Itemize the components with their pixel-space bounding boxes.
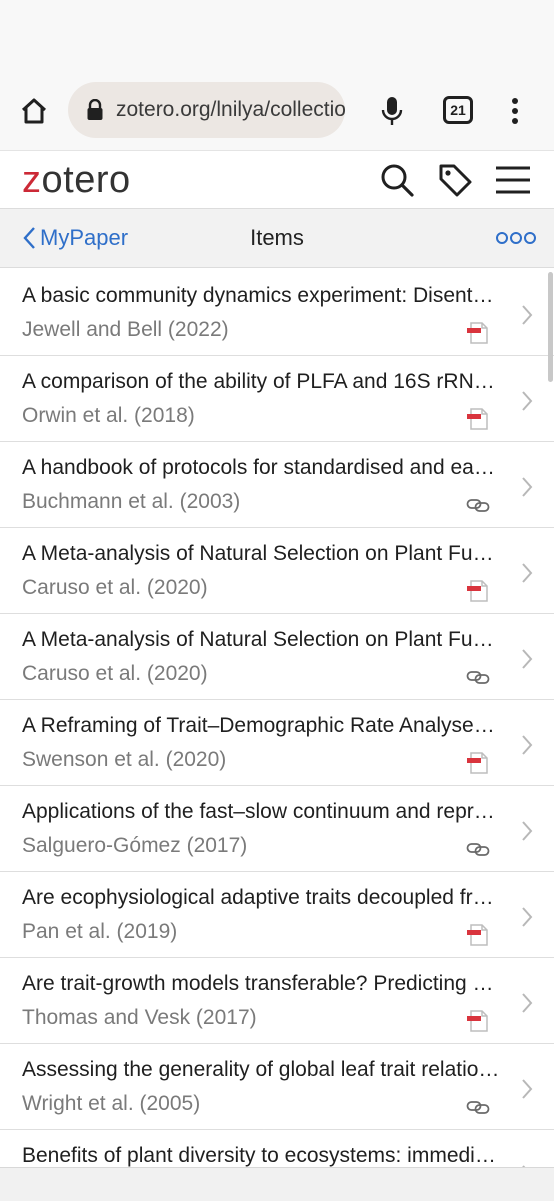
item-row[interactable]: Applications of the fast–slow continuum … bbox=[0, 786, 554, 872]
pdf-icon[interactable] bbox=[466, 1010, 490, 1032]
chevron-right-icon bbox=[522, 821, 533, 841]
chevron-right-icon bbox=[522, 1079, 533, 1099]
item-row[interactable]: A Reframing of Trait–Demographic Rate An… bbox=[0, 700, 554, 786]
home-button[interactable] bbox=[14, 91, 54, 131]
link-icon[interactable] bbox=[466, 666, 490, 688]
tag-icon[interactable] bbox=[436, 161, 474, 199]
item-row[interactable]: A handbook of protocols for standardised… bbox=[0, 442, 554, 528]
item-row[interactable]: Are ecophysiological adaptive traits dec… bbox=[0, 872, 554, 958]
microphone-button[interactable] bbox=[372, 91, 412, 131]
more-vert-icon bbox=[512, 98, 518, 124]
item-title: Applications of the fast–slow continuum … bbox=[22, 800, 502, 823]
chevron-right-icon bbox=[522, 907, 533, 927]
dot-icon bbox=[496, 232, 508, 244]
item-row[interactable]: Assessing the generality of global leaf … bbox=[0, 1044, 554, 1130]
dot-icon bbox=[510, 232, 522, 244]
pdf-icon[interactable] bbox=[466, 580, 490, 602]
chevron-right-icon bbox=[522, 477, 533, 497]
item-title: Are ecophysiological adaptive traits dec… bbox=[22, 886, 502, 909]
item-creator: Swenson et al. (2020) bbox=[22, 748, 227, 771]
pdf-icon[interactable] bbox=[466, 924, 490, 946]
item-creator: Wright et al. (2005) bbox=[22, 1092, 201, 1115]
item-title: A comparison of the ability of PLFA and … bbox=[22, 370, 502, 393]
item-row[interactable]: A Meta-analysis of Natural Selection on … bbox=[0, 614, 554, 700]
item-title: A Meta-analysis of Natural Selection on … bbox=[22, 542, 502, 565]
address-bar[interactable]: zotero.org/lnilya/collectio bbox=[68, 82, 345, 138]
item-row[interactable]: Benefits of plant diversity to ecosystem… bbox=[0, 1130, 554, 1167]
item-creator: Jewell and Bell (2022) bbox=[22, 318, 229, 341]
item-title: A Meta-analysis of Natural Selection on … bbox=[22, 628, 502, 651]
item-row[interactable]: A comparison of the ability of PLFA and … bbox=[0, 356, 554, 442]
status-bar bbox=[0, 0, 554, 72]
tab-switcher-button[interactable]: 21 bbox=[443, 96, 473, 124]
item-creator: Thomas and Vesk (2017) bbox=[22, 1006, 257, 1029]
chevron-right-icon bbox=[522, 391, 533, 411]
browser-menu-button[interactable] bbox=[500, 91, 530, 131]
items-list: A basic community dynamics experiment: D… bbox=[0, 270, 554, 1167]
chevron-right-icon bbox=[522, 649, 533, 669]
item-row[interactable]: A basic community dynamics experiment: D… bbox=[0, 270, 554, 356]
item-title: Are trait-growth models transferable? Pr… bbox=[22, 972, 502, 995]
microphone-icon bbox=[381, 97, 403, 125]
item-title: A basic community dynamics experiment: D… bbox=[22, 284, 502, 307]
hamburger-icon[interactable] bbox=[494, 163, 532, 197]
browser-toolbar: zotero.org/lnilya/collectio 21 bbox=[0, 72, 554, 150]
dot-icon bbox=[524, 232, 536, 244]
pdf-icon[interactable] bbox=[466, 408, 490, 430]
chevron-right-icon bbox=[522, 305, 533, 325]
lock-icon bbox=[86, 98, 104, 122]
item-creator: Salguero-Gómez (2017) bbox=[22, 834, 248, 857]
tab-count: 21 bbox=[450, 102, 466, 118]
item-title: A handbook of protocols for standardised… bbox=[22, 456, 502, 479]
url-text: zotero.org/lnilya/collectio bbox=[116, 98, 345, 121]
item-title: Assessing the generality of global leaf … bbox=[22, 1058, 502, 1081]
pdf-icon[interactable] bbox=[466, 752, 490, 774]
chevron-right-icon bbox=[522, 563, 533, 583]
item-creator: Caruso et al. (2020) bbox=[22, 662, 208, 685]
collection-nav-bar: MyPaper Items bbox=[0, 208, 554, 268]
item-title: Benefits of plant diversity to ecosystem… bbox=[22, 1144, 502, 1167]
item-creator: Caruso et al. (2020) bbox=[22, 576, 208, 599]
link-icon[interactable] bbox=[466, 838, 490, 860]
item-creator: Buchmann et al. (2003) bbox=[22, 490, 241, 513]
chevron-right-icon bbox=[522, 993, 533, 1013]
home-icon bbox=[21, 98, 47, 124]
item-creator: Orwin et al. (2018) bbox=[22, 404, 195, 427]
bottom-bar bbox=[0, 1167, 554, 1201]
item-row[interactable]: A Meta-analysis of Natural Selection on … bbox=[0, 528, 554, 614]
item-title: A Reframing of Trait–Demographic Rate An… bbox=[22, 714, 502, 737]
search-icon[interactable] bbox=[378, 161, 416, 199]
back-button[interactable]: MyPaper bbox=[22, 209, 128, 267]
back-label: MyPaper bbox=[40, 225, 129, 250]
chevron-right-icon bbox=[522, 735, 533, 755]
zotero-logo[interactable]: zotero bbox=[22, 160, 131, 200]
item-creator: Pan et al. (2019) bbox=[22, 920, 178, 943]
chevron-left-icon bbox=[23, 227, 35, 249]
scrollbar[interactable] bbox=[548, 272, 553, 382]
pdf-icon[interactable] bbox=[466, 322, 490, 344]
item-row[interactable]: Are trait-growth models transferable? Pr… bbox=[0, 958, 554, 1044]
link-icon[interactable] bbox=[466, 1096, 490, 1118]
link-icon[interactable] bbox=[466, 494, 490, 516]
more-options-button[interactable] bbox=[496, 229, 536, 247]
site-header: zotero bbox=[0, 150, 554, 209]
